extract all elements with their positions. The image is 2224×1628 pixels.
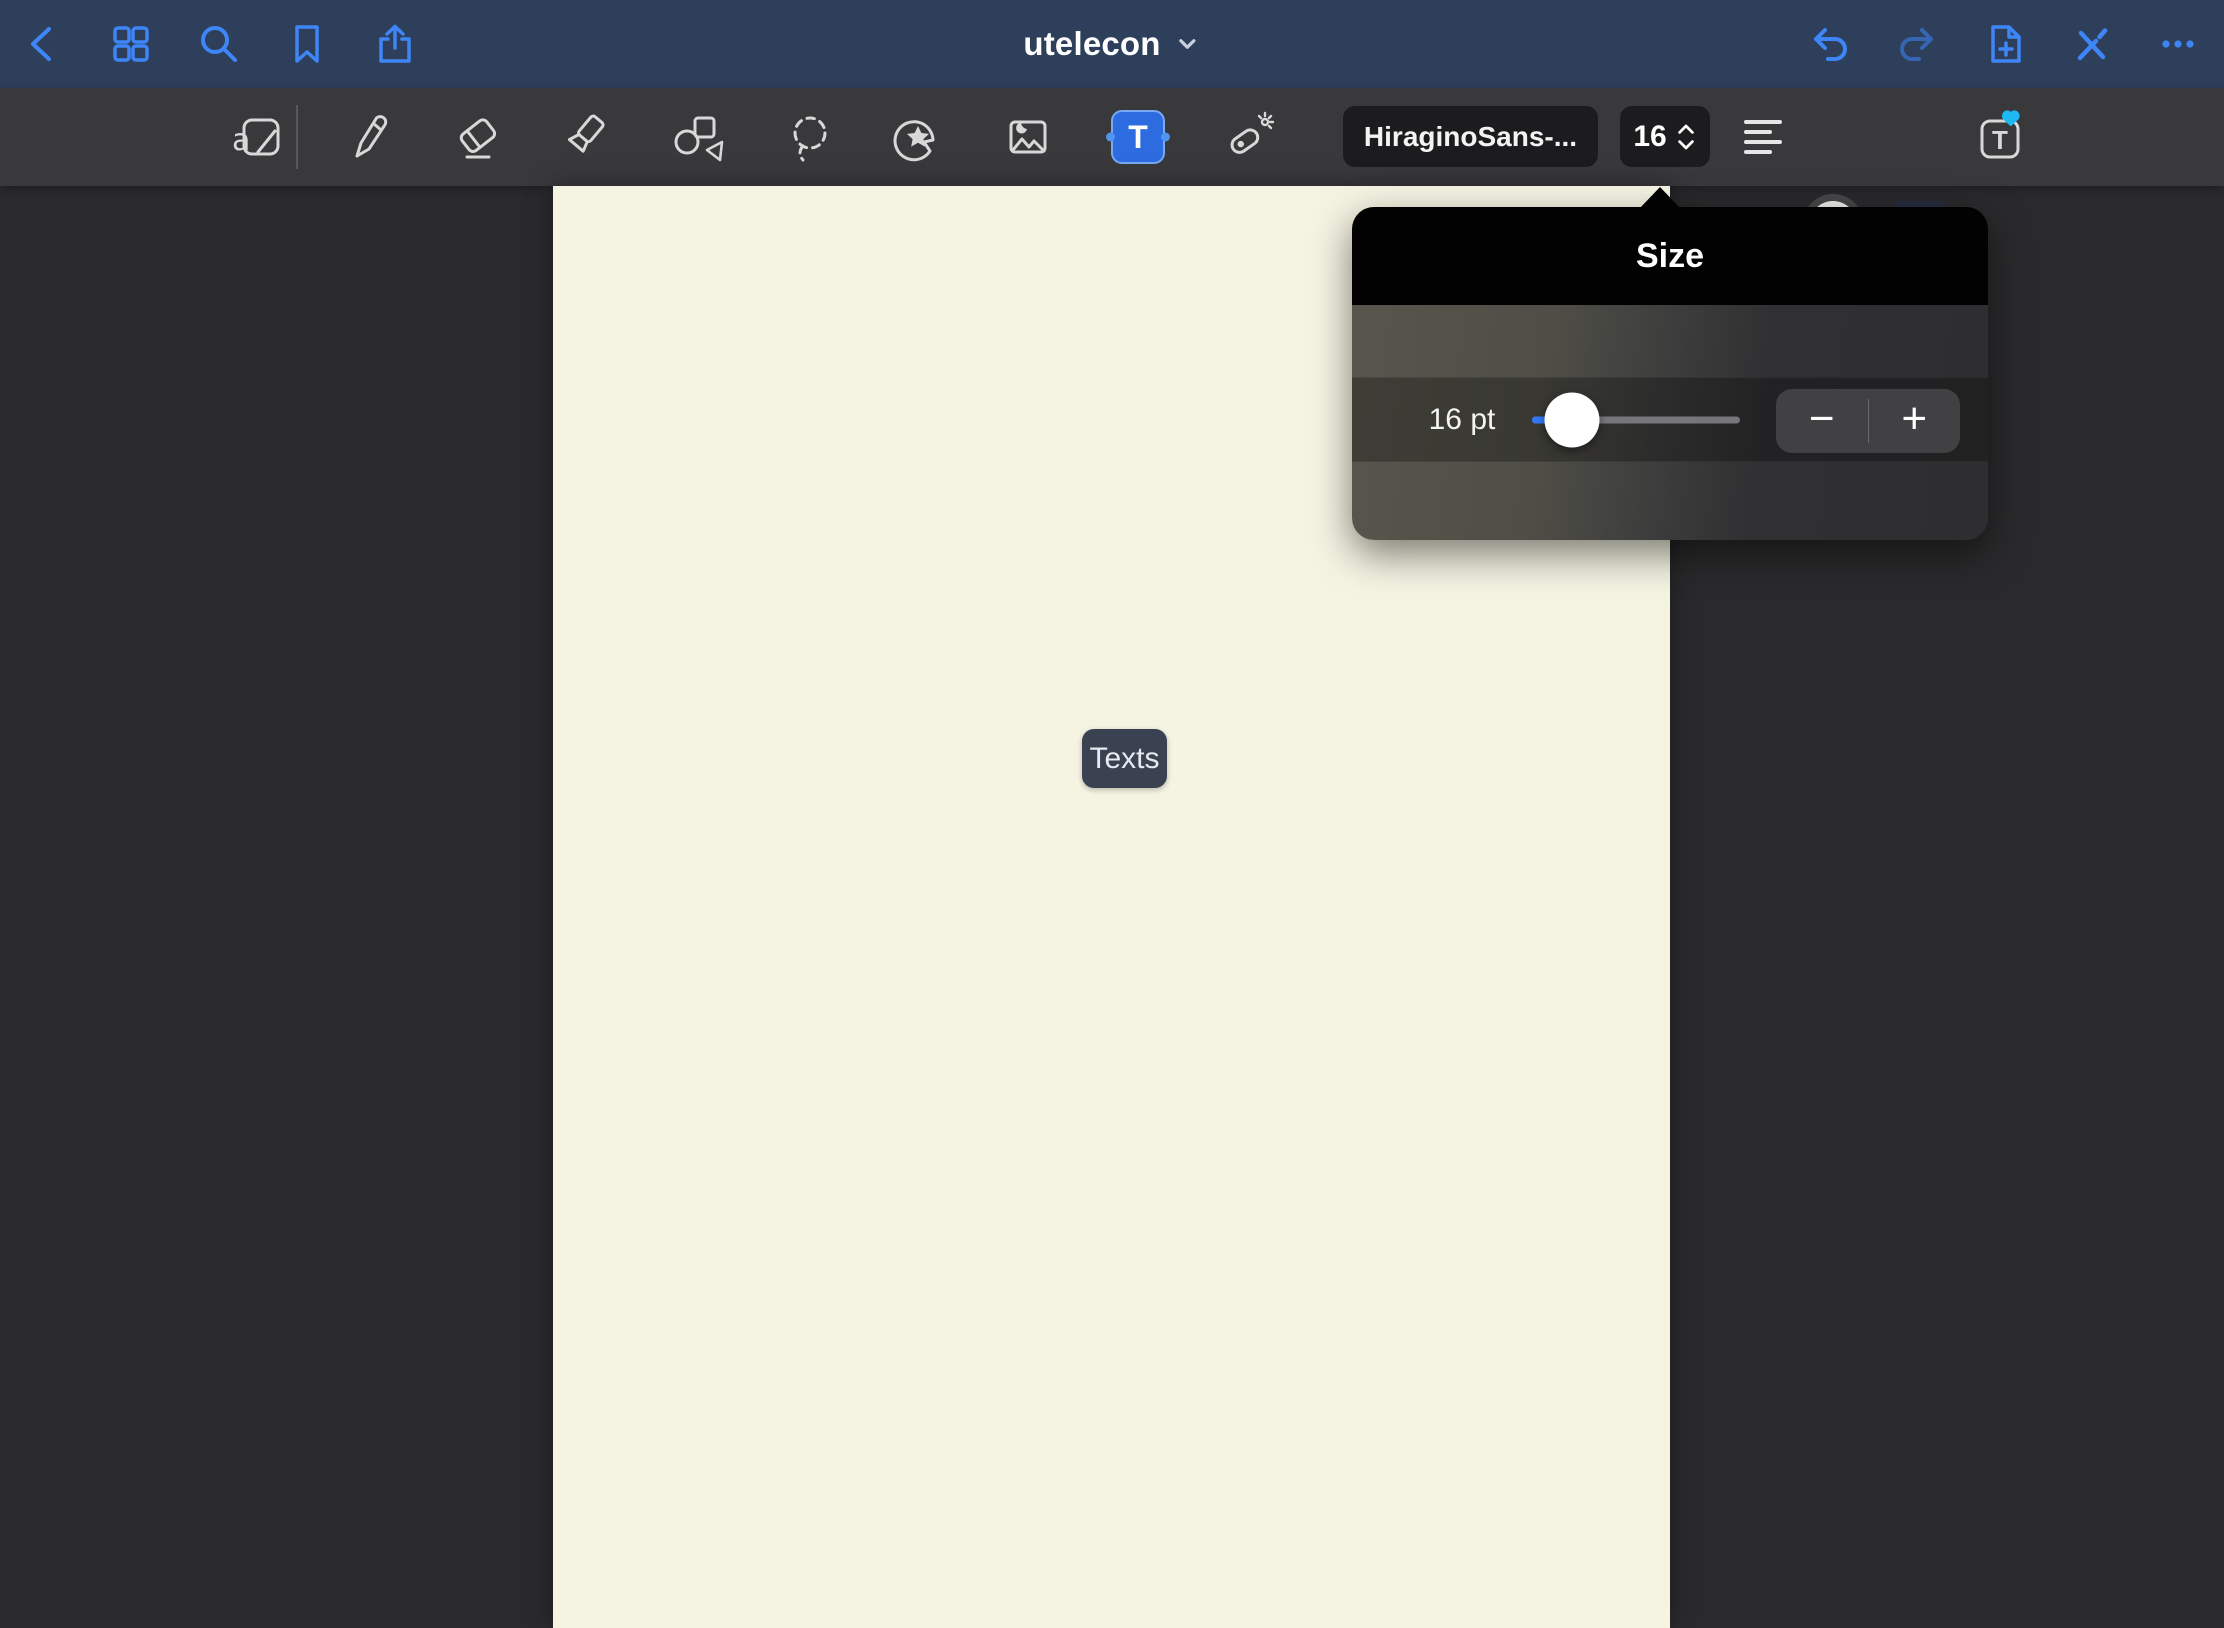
size-slider-row: 16 pt − + [1352, 377, 1988, 462]
size-value-label: 16 pt [1392, 378, 1532, 461]
lasso-icon [780, 109, 836, 165]
tools-row: T [340, 109, 1276, 165]
popover-arrow [1640, 187, 1680, 208]
chevron-down-icon [1175, 31, 1201, 57]
thumbnails-grid-icon [107, 20, 155, 68]
add-page-button[interactable] [1980, 20, 2028, 68]
svg-text:a: a [232, 123, 250, 158]
laser-pointer-tool[interactable] [1220, 109, 1276, 165]
bookmark-icon [283, 20, 331, 68]
text-object-label: Texts [1089, 742, 1159, 776]
pen-disable-icon [2067, 20, 2115, 68]
topbar-left-group [0, 20, 419, 68]
favorite-text-styles-button[interactable]: T [1972, 109, 2028, 165]
search-button[interactable] [195, 20, 243, 68]
highlighter-icon [560, 109, 616, 165]
pen-tool[interactable] [340, 109, 396, 165]
convert-handwriting-icon: a [229, 109, 285, 165]
popover-header: Size [1352, 207, 1988, 305]
size-stepper-group: − + [1776, 389, 1960, 453]
text-tool-selected: T [1111, 110, 1165, 164]
back-button[interactable] [19, 20, 67, 68]
undo-icon [1806, 20, 1854, 68]
text-object[interactable]: Texts [1082, 729, 1167, 788]
redo-button[interactable] [1893, 20, 1941, 68]
top-navigation-bar: utelecon [0, 0, 2224, 88]
favorite-text-style-icon: T [1972, 109, 2028, 165]
lasso-tool[interactable] [780, 109, 836, 165]
popover-title: Size [1636, 237, 1704, 276]
pen-icon [340, 109, 396, 165]
shapes-tool[interactable] [670, 109, 726, 165]
font-size-value: 16 [1633, 120, 1666, 154]
sticker-tool[interactable] [890, 109, 946, 165]
align-left-icon [1736, 109, 1792, 165]
thumbnails-button[interactable] [107, 20, 155, 68]
size-increase-button[interactable]: + [1869, 389, 1961, 453]
search-icon [195, 20, 243, 68]
selection-handle-right [1161, 133, 1170, 142]
font-size-stepper[interactable]: 16 [1620, 106, 1710, 167]
tool-bar: a [0, 88, 2224, 186]
eraser-tool[interactable] [450, 109, 506, 165]
eraser-icon [450, 109, 506, 165]
shapes-icon [670, 109, 726, 165]
laser-pointer-icon [1220, 109, 1276, 165]
back-icon [19, 20, 67, 68]
stepper-chevrons-icon [1675, 118, 1697, 156]
font-family-button[interactable]: HiraginoSans-... [1343, 106, 1598, 167]
popover-spacer-row-bottom [1352, 462, 1988, 540]
highlighter-tool[interactable] [560, 109, 616, 165]
toolbar-divider [296, 105, 298, 169]
redo-icon [1893, 20, 1941, 68]
pen-disable-button[interactable] [2067, 20, 2115, 68]
document-title-button[interactable]: utelecon [1023, 0, 1200, 88]
text-tool-icon: T [1128, 121, 1148, 153]
image-icon [1000, 109, 1056, 165]
size-slider[interactable] [1532, 378, 1740, 461]
slider-thumb[interactable] [1544, 392, 1599, 447]
more-ellipsis-icon [2154, 20, 2202, 68]
share-button[interactable] [371, 20, 419, 68]
popover-spacer-row-top [1352, 305, 1988, 377]
page-title: utelecon [1023, 25, 1160, 63]
share-icon [371, 20, 419, 68]
sticker-icon [890, 109, 946, 165]
size-decrease-button[interactable]: − [1776, 389, 1868, 453]
size-popover: Size 16 pt − + [1352, 207, 1988, 540]
more-button[interactable] [2154, 20, 2202, 68]
svg-text:T: T [1992, 125, 2008, 155]
add-page-icon [1980, 20, 2028, 68]
popover-body: 16 pt − + [1352, 305, 1988, 540]
image-tool[interactable] [1000, 109, 1056, 165]
text-align-button[interactable] [1736, 109, 1792, 165]
undo-button[interactable] [1806, 20, 1854, 68]
topbar-right-group [1806, 0, 2202, 88]
convert-handwriting-tool[interactable]: a [229, 109, 285, 165]
text-tool[interactable]: T [1110, 109, 1166, 165]
bookmark-button[interactable] [283, 20, 331, 68]
app-window: utelecon [0, 0, 2224, 1628]
font-family-label: HiraginoSans-... [1364, 121, 1577, 153]
selection-handle-left [1106, 133, 1115, 142]
